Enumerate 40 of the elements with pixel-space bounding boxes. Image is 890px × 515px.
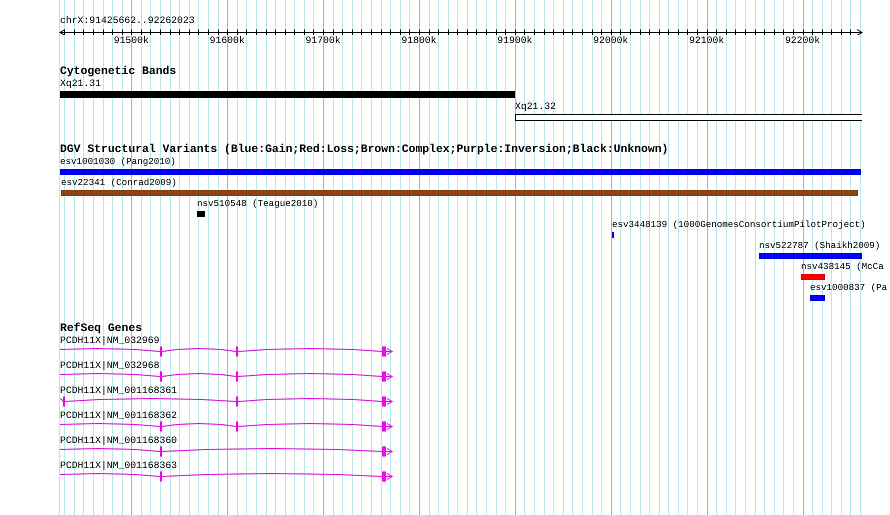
ruler-tick-label: 92200k — [784, 35, 820, 46]
ruler-tick-label: 91500k — [114, 35, 149, 46]
ruler-tick-label: 91900k — [497, 35, 532, 46]
gene-model-drawing[interactable] — [60, 346, 394, 356]
feature-label[interactable]: PCDH11X|NM_001168363 — [60, 460, 178, 471]
variant-bar[interactable] — [759, 253, 862, 259]
location-label: chrX:91425662..92262023 — [60, 15, 195, 27]
feature-label[interactable]: esv3448139 (1000GenomesConsortiumPilotProject) — [612, 219, 866, 231]
ruler-tick-label: 92000k — [593, 35, 628, 46]
track-title: DGV Structural Variants (Blue:Gain;Red:Loss;Brown:Complex;Purple:Inversion;Black:Unknown) — [60, 144, 668, 156]
gene-model-drawing[interactable] — [60, 472, 394, 482]
feature-label[interactable]: PCDH11X|NM_001168360 — [60, 435, 178, 446]
feature-label[interactable]: Xq21.31 — [60, 78, 101, 90]
ruler-tick-label: 91600k — [210, 35, 245, 46]
feature-label[interactable]: PCDH11X|NM_032969 — [60, 335, 160, 346]
feature-label[interactable]: esv22341 (Conrad2009) — [61, 177, 177, 189]
variant-bar[interactable] — [197, 211, 205, 217]
feature-label[interactable]: Xq21.32 — [515, 101, 556, 113]
feature-label[interactable]: nsv438145 (McCa — [801, 261, 884, 273]
ruler-tick-label: 92100k — [689, 35, 724, 46]
gene-model-drawing[interactable] — [60, 446, 394, 456]
track-title: RefSeq Genes — [60, 323, 142, 335]
variant-bar[interactable] — [61, 190, 858, 196]
feature-label[interactable]: esv1001030 (Pang2010) — [60, 156, 176, 168]
gene-model-drawing[interactable] — [60, 396, 394, 406]
gene-model-drawing[interactable] — [60, 372, 394, 382]
variant-bar[interactable] — [60, 169, 861, 175]
feature-label[interactable]: esv1000837 (Pa — [810, 282, 888, 294]
feature-label[interactable]: nsv522787 (Shaikh2009) — [759, 240, 880, 252]
ruler-tick-label: 91800k — [401, 35, 436, 46]
feature-label[interactable]: nsv510548 (Teague2010) — [197, 198, 318, 210]
variant-bar[interactable] — [801, 274, 825, 280]
gene-model-drawing[interactable] — [60, 422, 394, 432]
ruler-tick-label: 91700k — [306, 35, 341, 46]
feature-label[interactable]: PCDH11X|NM_032968 — [60, 360, 160, 371]
track-title: Cytogenetic Bands — [60, 66, 176, 78]
band-bar[interactable] — [515, 114, 862, 121]
feature-label[interactable]: PCDH11X|NM_001168362 — [60, 410, 178, 421]
variant-bar[interactable] — [810, 295, 825, 301]
feature-label[interactable]: PCDH11X|NM_001168361 — [60, 385, 178, 396]
